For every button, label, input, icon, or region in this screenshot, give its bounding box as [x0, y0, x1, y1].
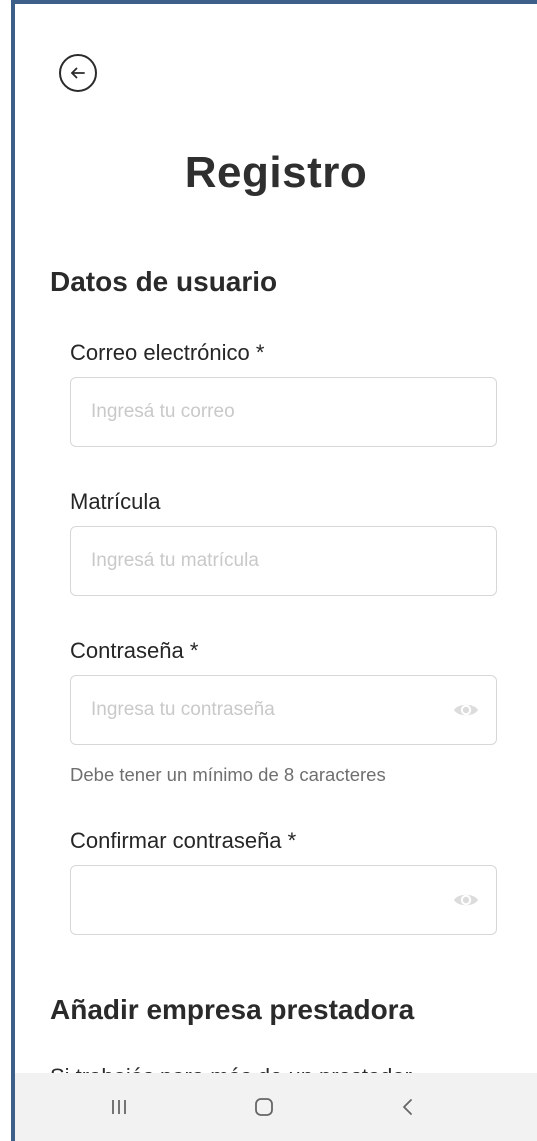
confirm-password-label: Confirmar contraseña * [70, 828, 297, 853]
matricula-label: Matrícula [70, 489, 161, 514]
recents-icon [112, 1100, 126, 1114]
eye-icon[interactable] [452, 700, 480, 720]
matricula-field[interactable] [71, 527, 496, 595]
home-button[interactable] [224, 1073, 304, 1141]
email-field-box [70, 377, 497, 447]
password-field-box [70, 675, 497, 745]
registration-screen: Registro Datos de usuario Correo electró… [15, 4, 537, 1141]
page-title: Registro [184, 148, 368, 197]
arrow-left-icon [71, 67, 85, 79]
window-frame-left [0, 0, 15, 1141]
chevron-left-icon [403, 1099, 412, 1115]
eye-icon[interactable] [452, 890, 480, 910]
section-title-user-data: Datos de usuario [50, 266, 278, 297]
system-back-button[interactable] [368, 1073, 448, 1141]
recents-button[interactable] [79, 1073, 159, 1141]
home-icon [255, 1098, 273, 1116]
password-field[interactable] [71, 676, 496, 744]
system-navigation-bar [15, 1073, 537, 1141]
password-label: Contraseña * [70, 638, 199, 663]
confirm-password-field[interactable] [71, 866, 496, 934]
section-title-add-company: Añadir empresa prestadora [50, 994, 415, 1025]
password-helper-text: Debe tener un mínimo de 8 caracteres [70, 764, 386, 785]
matricula-field-box [70, 526, 497, 596]
confirm-password-field-box [70, 865, 497, 935]
email-field[interactable] [71, 378, 496, 446]
back-button[interactable] [59, 54, 97, 92]
email-label: Correo electrónico * [70, 340, 265, 365]
